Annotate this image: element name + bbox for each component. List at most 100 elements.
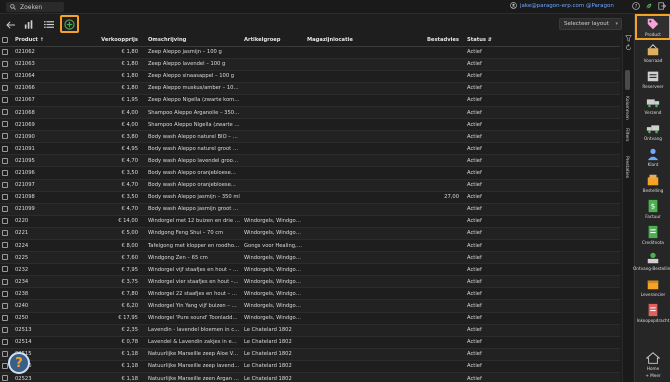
table-row[interactable]: 021063 € 1,80 Zeep Aleppo lavendel – 100 g… <box>0 58 620 71</box>
row-checkbox-cell[interactable] <box>0 263 13 277</box>
table-row[interactable]: 02513 € 2,35 Lavendin - lavendel bloemen i… <box>0 324 620 337</box>
table-row[interactable]: 02515€ 1,18Natuurlijke Marseille zeep Al… <box>0 348 620 361</box>
row-checkbox-cell[interactable] <box>0 179 13 192</box>
column-header-artikelgroep[interactable]: Artikelgroep <box>242 34 305 47</box>
nav-item-bestelling[interactable]: Bestelling <box>635 170 670 196</box>
nav-item-factuur[interactable]: $ Factuur <box>635 196 670 222</box>
nav-item-verzend[interactable]: Verzend <box>635 92 670 118</box>
nav-item-inkoopopdracht[interactable]: Inkoopopdracht <box>635 300 670 326</box>
search-input[interactable] <box>20 3 60 11</box>
row-checkbox[interactable] <box>2 145 8 152</box>
table-row[interactable]: 0250 € 17,95 Windorgel 'Pure sound' Toonla… <box>0 312 620 325</box>
table-row[interactable]: 0240 € 6,20 Windorgel Yin Yang vijf buizen… <box>0 299 620 313</box>
nav-item-ontvang[interactable]: Ontvang <box>635 118 670 144</box>
table-row[interactable]: 021062 € 1,80 Zeep Aleppo jasmijn – 100 g A… <box>0 46 620 59</box>
table-row[interactable]: 0225 € 7,60 Windgong Zen – 65 cm Windorgels… <box>0 251 620 265</box>
scrollbar[interactable] <box>625 70 630 90</box>
nav-item-product[interactable]: Product <box>635 14 670 40</box>
row-checkbox-cell[interactable] <box>0 46 13 59</box>
table-row[interactable]: 0224 € 8,00 Tafelgong met klopper en roodh… <box>0 239 620 253</box>
table-row[interactable]: 02514 € 0,78 Lavendel & Lavendin zakjes in… <box>0 336 620 349</box>
row-checkbox[interactable] <box>2 169 8 176</box>
row-checkbox[interactable] <box>2 218 8 225</box>
row-checkbox[interactable] <box>2 157 8 164</box>
back-button[interactable] <box>2 16 19 33</box>
refresh-icon[interactable] <box>625 44 632 51</box>
add-product-button[interactable] <box>60 15 79 33</box>
row-checkbox[interactable] <box>2 339 8 346</box>
select-all-checkbox-cell[interactable] <box>0 34 13 47</box>
row-checkbox-cell[interactable] <box>0 94 13 107</box>
nav-item-leverancier[interactable]: Leverancier <box>635 274 670 300</box>
help-button[interactable]: ? <box>8 352 30 374</box>
column-header-status[interactable]: Status ⇵ <box>461 34 620 47</box>
row-checkbox[interactable] <box>2 48 8 55</box>
table-row[interactable]: 021097 € 4,70 Body wash Aleppo oranjebloes… <box>0 179 620 192</box>
row-checkbox[interactable] <box>2 254 8 261</box>
leaf-icon[interactable] <box>645 2 653 10</box>
row-checkbox[interactable] <box>2 85 8 92</box>
row-checkbox-cell[interactable] <box>0 130 13 144</box>
row-checkbox-cell[interactable] <box>0 58 13 71</box>
table-row[interactable]: 0221 € 5,00 Windgong Feng Shui – 70 cm Wind… <box>0 227 620 241</box>
table-row[interactable]: 02523 € 1,18 Natuurlijke Marseille zeen Ar… <box>0 372 620 382</box>
logout-icon[interactable] <box>658 2 666 10</box>
row-checkbox[interactable] <box>2 278 8 285</box>
table-row[interactable]: 021064 € 1,80 Zeep Aleppo sinaasappel – 10… <box>0 70 620 83</box>
row-checkbox-cell[interactable] <box>0 227 13 241</box>
table-row[interactable]: 021096 € 3,50 Body wash Aleppo oranjebloes… <box>0 166 620 180</box>
search-box[interactable] <box>6 2 64 12</box>
row-checkbox[interactable] <box>2 181 8 188</box>
row-checkbox[interactable] <box>2 206 8 213</box>
table-row[interactable]: 0234 € 3,75 Windorgel vier staafjes en hou… <box>0 275 620 289</box>
table-row[interactable]: 0232 € 7,95 Windorgel vijf staafjes en hou… <box>0 263 620 277</box>
table-row[interactable]: 021068 € 4,00 Shampoo Aleppo Arganolie – 3… <box>0 106 620 120</box>
funnel-icon[interactable] <box>625 35 632 42</box>
table-row[interactable]: 021090 € 3,80 Body wash Aleppo naturel BIO… <box>0 130 620 144</box>
row-checkbox-cell[interactable] <box>0 166 13 180</box>
row-checkbox-cell[interactable] <box>0 154 13 168</box>
row-checkbox-cell[interactable] <box>0 203 13 216</box>
nav-item-creditnota[interactable]: Creditnota <box>635 222 670 248</box>
row-checkbox-cell[interactable] <box>0 372 13 382</box>
column-header-bestadvies[interactable]: Bestadvies <box>383 34 461 47</box>
table-row[interactable]: 021066 € 1,80 Zeep Aleppo muskus/amber – 1… <box>0 82 620 95</box>
nav-item-voorraad[interactable]: Voorraad <box>635 40 670 66</box>
nav-item-meer[interactable]: + Meer <box>635 368 670 382</box>
row-checkbox[interactable] <box>2 121 8 128</box>
row-checkbox[interactable] <box>2 242 8 249</box>
row-checkbox-cell[interactable] <box>0 215 13 228</box>
nav-item-ontvang-bestelling[interactable]: Ontvang-Bestelling <box>633 248 670 274</box>
row-checkbox[interactable] <box>2 109 8 116</box>
prestaties-tab[interactable]: Prestaties <box>624 156 629 178</box>
select-all-checkbox[interactable] <box>2 36 8 43</box>
row-checkbox-cell[interactable] <box>0 82 13 95</box>
row-checkbox-cell[interactable] <box>0 106 13 120</box>
column-header-omschrijving[interactable]: Omschrijving <box>140 34 242 47</box>
row-checkbox[interactable] <box>2 351 8 358</box>
table-row[interactable]: 021069 € 4,00 Shampoo Aleppo Nigella (zwar… <box>0 118 620 132</box>
column-header-product[interactable]: Product ↑ <box>13 34 63 47</box>
row-checkbox[interactable] <box>2 230 8 237</box>
row-checkbox-cell[interactable] <box>0 239 13 253</box>
column-header-verkoopprijs[interactable]: Verkoopprijs <box>63 34 140 47</box>
table-row[interactable]: 02516€ 1,18Natuurlijke Marseille zeep la… <box>0 360 620 374</box>
table-row[interactable]: 021095 € 4,70 Body wash Aleppo lavendel gr… <box>0 154 620 168</box>
row-checkbox-cell[interactable] <box>0 70 13 83</box>
table-row[interactable]: 021067 € 1,95 Zeep Aleppo Nigella (zwarte … <box>0 94 620 107</box>
row-checkbox[interactable] <box>2 97 8 104</box>
row-checkbox-cell[interactable] <box>0 251 13 265</box>
layout-select[interactable]: Selecteer layout ▾ <box>559 18 622 30</box>
row-checkbox-cell[interactable] <box>0 287 13 301</box>
kolommen-tab[interactable]: Kolommen <box>624 96 629 120</box>
nav-item-klant[interactable]: Klant <box>635 144 670 170</box>
row-checkbox[interactable] <box>2 375 8 382</box>
list-view-button[interactable] <box>40 16 57 33</box>
filters-tab[interactable]: Filters <box>624 128 629 142</box>
row-checkbox-cell[interactable] <box>0 336 13 349</box>
row-checkbox-cell[interactable] <box>0 324 13 337</box>
row-checkbox[interactable] <box>2 193 8 200</box>
help-circle-icon[interactable]: ? <box>632 2 640 10</box>
table-row[interactable]: 0238 € 7,80 Windorgel 22 staafjes en hout … <box>0 287 620 301</box>
row-checkbox-cell[interactable] <box>0 275 13 289</box>
